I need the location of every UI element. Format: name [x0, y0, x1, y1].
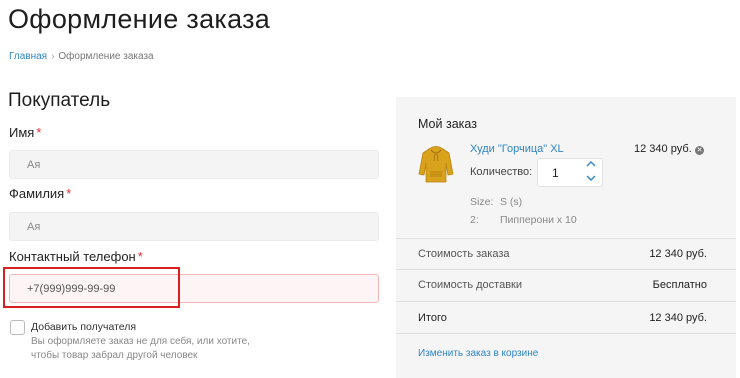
- required-mark: *: [66, 186, 72, 201]
- quantity-decrease-icon[interactable]: [585, 173, 597, 183]
- quantity-label: Количество:: [470, 166, 533, 178]
- product-price: 12 340 руб.: [634, 143, 692, 155]
- add-recipient-checkbox[interactable]: [10, 320, 25, 335]
- required-mark: *: [36, 125, 42, 140]
- first-name-label: Имя *: [9, 125, 41, 140]
- divider: [396, 238, 736, 239]
- last-name-value: Ая: [27, 220, 41, 233]
- total-value: 12 340 руб.: [649, 312, 707, 324]
- divider: [396, 333, 736, 334]
- quantity-value: 1: [552, 165, 559, 180]
- breadcrumb: Главная › Оформление заказа: [9, 51, 154, 62]
- quantity-increase-icon[interactable]: [585, 159, 597, 169]
- product-name-link[interactable]: Худи "Горчица" XL: [470, 143, 564, 155]
- last-name-field[interactable]: Ая: [9, 212, 379, 241]
- divider: [396, 301, 736, 302]
- spec-key-size: Size:: [470, 196, 494, 208]
- phone-label: Контактный телефон *: [9, 249, 143, 264]
- subtotal-label: Стоимость заказа: [418, 248, 510, 260]
- last-name-label-text: Фамилия: [9, 186, 65, 201]
- add-recipient-hint: Вы оформляете заказ не для себя, или хот…: [31, 336, 250, 361]
- delivery-value: Бесплатно: [652, 279, 707, 291]
- phone-label-text: Контактный телефон: [9, 249, 136, 264]
- spec-value-size: S (s): [500, 196, 523, 208]
- order-panel: Мой заказ Худи "Горчица" XL 12 340 руб. …: [396, 97, 736, 378]
- subtotal-value: 12 340 руб.: [649, 248, 707, 260]
- first-name-label-text: Имя: [9, 125, 35, 140]
- spec-value-2: Пипперони х 10: [500, 214, 577, 226]
- buyer-section-title: Покупатель: [8, 90, 111, 111]
- chevron-right-icon: ›: [51, 51, 55, 62]
- phone-field[interactable]: +7(999)999-99-99: [9, 274, 379, 303]
- required-mark: *: [137, 249, 143, 264]
- total-label: Итого: [418, 312, 447, 324]
- last-name-label: Фамилия *: [9, 186, 71, 201]
- breadcrumb-home-link[interactable]: Главная: [9, 51, 47, 62]
- hoodie-image: [418, 146, 454, 183]
- divider: [396, 269, 736, 270]
- spec-key-2: 2:: [470, 214, 479, 226]
- first-name-value: Ая: [27, 158, 41, 171]
- remove-item-icon[interactable]: ✕: [695, 146, 704, 155]
- edit-cart-link[interactable]: Изменить заказ в корзине: [418, 348, 538, 359]
- first-name-field[interactable]: Ая: [9, 150, 379, 179]
- delivery-label: Стоимость доставки: [418, 279, 522, 291]
- phone-value: +7(999)999-99-99: [27, 282, 116, 295]
- page-title: Оформление заказа: [8, 4, 271, 34]
- order-title: Мой заказ: [418, 117, 477, 131]
- add-recipient-label[interactable]: Добавить получателя: [31, 321, 136, 333]
- breadcrumb-current: Оформление заказа: [58, 51, 154, 62]
